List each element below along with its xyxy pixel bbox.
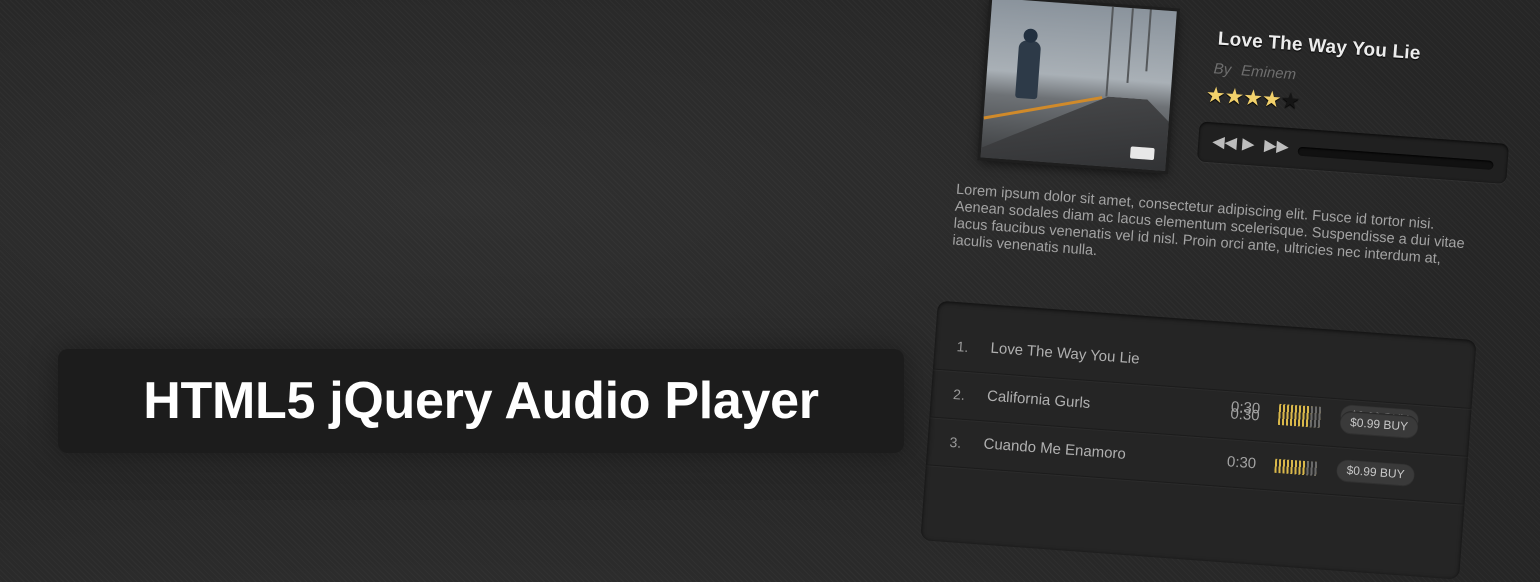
volume-meter	[1277, 410, 1321, 428]
song-title: Love The Way You Lie	[1217, 28, 1422, 65]
parental-advisory-badge	[1129, 146, 1155, 161]
artist-prefix: By	[1213, 60, 1232, 79]
track-number: 1.	[956, 338, 969, 355]
cover-pole	[1145, 9, 1152, 72]
playlist: 1. Love The Way You Lie 0:30 $0.99 BUY 2.…	[920, 300, 1477, 580]
track-number: 3.	[949, 433, 962, 451]
artist-line: By Eminem	[1213, 60, 1297, 83]
progress-bar[interactable]	[1297, 146, 1494, 170]
track-name[interactable]: California Gurls	[987, 388, 1091, 413]
album-cover	[980, 0, 1177, 171]
track-duration: 0:30	[1226, 453, 1257, 473]
track-name[interactable]: Cuando Me Enamoro	[983, 435, 1126, 462]
track-number: 2.	[952, 386, 966, 403]
star-icon[interactable]: ★	[1280, 87, 1301, 113]
star-icon[interactable]: ★	[1242, 84, 1263, 110]
rewind-icon[interactable]: ◀◀	[1212, 131, 1238, 153]
play-icon[interactable]: ▶	[1242, 134, 1256, 155]
buy-button[interactable]: $0.99 BUY	[1339, 410, 1419, 439]
buy-button[interactable]: $0.99 BUY	[1335, 458, 1416, 486]
banner: HTML5 jQuery Audio Player	[58, 349, 904, 453]
cover-pole	[1126, 8, 1134, 84]
cover-pole	[1105, 6, 1114, 97]
song-description: Lorem ipsum dolor sit amet, consectetur …	[951, 181, 1466, 268]
fast-forward-icon[interactable]: ▶▶	[1264, 135, 1290, 157]
track-duration: 0:30	[1229, 405, 1261, 425]
banner-title: HTML5 jQuery Audio Player	[143, 372, 819, 430]
star-icon[interactable]: ★	[1261, 86, 1282, 112]
star-icon[interactable]: ★	[1205, 82, 1226, 108]
track-name[interactable]: Love The Way You Lie	[990, 340, 1140, 368]
audio-player-preview: Love The Way You Lie By Eminem ★★★★★ ◀◀ ▶…	[902, 0, 1528, 580]
volume-meter	[1274, 458, 1318, 476]
player-controls: ◀◀ ▶ ▶▶	[1196, 121, 1509, 184]
cover-figure	[1015, 39, 1042, 100]
artist-name: Eminem	[1240, 62, 1297, 84]
rating-stars[interactable]: ★★★★★	[1205, 82, 1300, 115]
